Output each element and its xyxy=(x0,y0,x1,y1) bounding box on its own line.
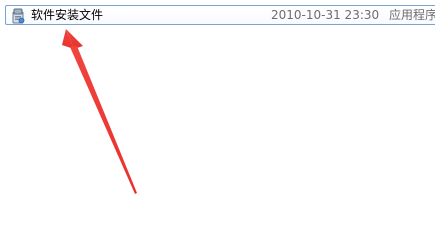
installer-package-icon xyxy=(10,8,26,24)
file-modified-date: 2010-10-31 23:30 xyxy=(271,8,380,22)
file-type: 应用程序 xyxy=(389,8,435,22)
file-name[interactable]: 软件安装文件 xyxy=(31,7,103,24)
file-row-selected[interactable]: 软件安装文件 2010-10-31 23:30 应用程序 xyxy=(5,5,435,25)
explorer-file-list: 软件安装文件 2010-10-31 23:30 应用程序 xyxy=(0,0,435,250)
red-arrow-annotation xyxy=(62,29,137,194)
